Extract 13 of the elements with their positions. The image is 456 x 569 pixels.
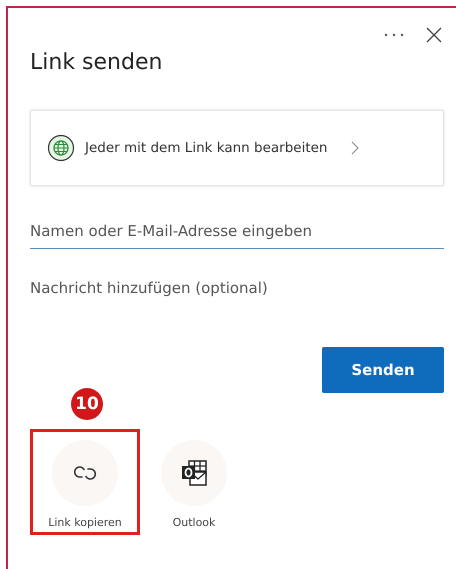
- mail-calendar-icon: [180, 459, 208, 487]
- link-icon: [72, 464, 98, 482]
- globe-icon: [47, 134, 75, 162]
- step-badge: 10: [71, 388, 103, 420]
- permission-text: Jeder mit dem Link kann bearbeiten: [85, 140, 328, 156]
- send-button[interactable]: Senden: [322, 347, 444, 393]
- panel-title: Link senden: [30, 50, 164, 77]
- close-icon[interactable]: [426, 27, 442, 43]
- more-icon[interactable]: [384, 33, 404, 37]
- chevron-right-icon: [351, 141, 360, 155]
- share-option-label: Link kopieren: [48, 516, 122, 529]
- share-option-label: Outlook: [172, 516, 216, 529]
- permission-card[interactable]: Jeder mit dem Link kann bearbeiten: [30, 110, 444, 186]
